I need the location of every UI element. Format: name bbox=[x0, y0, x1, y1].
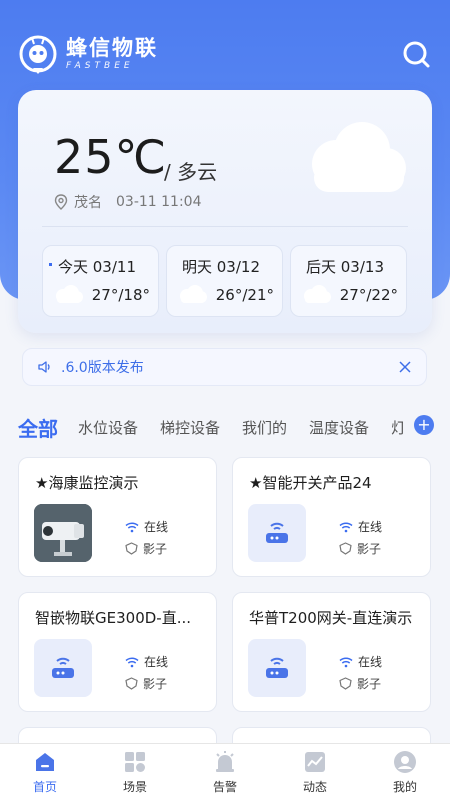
brand: 蜂信物联 FASTBEE bbox=[18, 34, 158, 74]
user-icon bbox=[394, 751, 416, 773]
camera-image-icon bbox=[34, 504, 92, 562]
cloud-icon bbox=[180, 285, 207, 303]
online-label: 在线 bbox=[144, 655, 169, 669]
location-name: 茂名 bbox=[74, 195, 102, 211]
nav-activity[interactable]: 动态 bbox=[270, 744, 360, 800]
wifi-icon bbox=[125, 657, 139, 667]
device-thumb bbox=[248, 504, 306, 562]
forecast-tomorrow: 明天 03/12 26°/21° bbox=[166, 245, 283, 317]
device-card[interactable]: ★海康监控演示 在线 影子 bbox=[18, 457, 217, 577]
alarm-icon bbox=[216, 751, 234, 772]
shadow-status: 影子 bbox=[125, 540, 167, 557]
nav-profile[interactable]: 我的 bbox=[360, 744, 450, 800]
weather-divider bbox=[42, 226, 408, 227]
shield-icon bbox=[125, 677, 138, 690]
weather-card: 25℃ / 多云 茂名 03-11 11:04 今天 03/11 27°/18°… bbox=[18, 90, 432, 333]
tab-temperature[interactable]: 温度设备 bbox=[309, 417, 369, 438]
plus-icon: + bbox=[417, 415, 431, 434]
nav-label: 告警 bbox=[212, 780, 237, 794]
brand-name: 蜂信物联 bbox=[66, 35, 158, 60]
wifi-icon bbox=[339, 522, 353, 532]
tab-light[interactable]: 灯 bbox=[391, 417, 403, 438]
search-button[interactable] bbox=[400, 38, 432, 70]
bottom-nav: 首页 场景 告警 动态 我的 bbox=[0, 743, 450, 800]
add-category-button[interactable]: + bbox=[414, 415, 434, 435]
nav-scene[interactable]: 场景 bbox=[90, 744, 180, 800]
forecast-range: 27°/18° bbox=[91, 286, 150, 304]
nav-label: 场景 bbox=[122, 780, 147, 794]
close-icon[interactable] bbox=[398, 360, 412, 374]
online-label: 在线 bbox=[358, 655, 383, 669]
tab-ours[interactable]: 我们的 bbox=[242, 417, 287, 438]
online-status: 在线 bbox=[125, 653, 168, 670]
online-status: 在线 bbox=[339, 653, 382, 670]
brand-subtitle: FASTBEE bbox=[66, 60, 134, 71]
cloud-icon bbox=[312, 122, 406, 192]
home-icon bbox=[36, 753, 54, 771]
device-card[interactable]: 华普T200网关-直连演示 在线 影子 bbox=[232, 592, 431, 712]
forecast-day: 今天 03/11 bbox=[58, 258, 136, 276]
cloud-icon bbox=[304, 285, 331, 303]
shadow-label: 影子 bbox=[357, 542, 382, 556]
device-thumb bbox=[248, 639, 306, 697]
wifi-icon bbox=[125, 522, 139, 532]
location-pin-icon bbox=[54, 194, 68, 210]
shadow-label: 影子 bbox=[357, 677, 382, 691]
chart-icon bbox=[305, 752, 325, 772]
device-name: 智嵌物联GE300D-直... bbox=[35, 609, 191, 627]
tab-all[interactable]: 全部 bbox=[18, 413, 58, 442]
device-name: ★海康监控演示 bbox=[35, 474, 139, 492]
forecast-range: 26°/21° bbox=[215, 286, 274, 304]
today-marker bbox=[49, 263, 52, 266]
router-icon bbox=[266, 657, 288, 678]
nav-label: 首页 bbox=[32, 780, 57, 794]
online-label: 在线 bbox=[358, 520, 383, 534]
current-temperature: 25℃ bbox=[54, 130, 168, 184]
weather-datetime: 03-11 11:04 bbox=[116, 194, 202, 210]
forecast-today: 今天 03/11 27°/18° bbox=[42, 245, 159, 317]
shadow-status: 影子 bbox=[339, 675, 381, 692]
shield-icon bbox=[339, 542, 352, 555]
forecast-day-after: 后天 03/13 27°/22° bbox=[290, 245, 407, 317]
shadow-label: 影子 bbox=[143, 542, 168, 556]
device-name: 华普T200网关-直连演示 bbox=[249, 609, 413, 627]
wifi-icon bbox=[339, 657, 353, 667]
router-icon bbox=[52, 657, 74, 678]
notice-bar[interactable]: .6.0版本发布 bbox=[22, 348, 427, 386]
speaker-icon bbox=[38, 361, 50, 373]
tab-elevator[interactable]: 梯控设备 bbox=[160, 417, 220, 438]
nav-label: 动态 bbox=[302, 780, 327, 794]
cloud-icon bbox=[56, 285, 83, 303]
grid-icon bbox=[125, 752, 145, 772]
location-row: 茂名 03-11 11:04 bbox=[54, 192, 201, 212]
weather-condition: / 多云 bbox=[164, 160, 218, 184]
shield-icon bbox=[339, 677, 352, 690]
forecast-day: 明天 03/12 bbox=[182, 258, 260, 276]
online-label: 在线 bbox=[144, 520, 169, 534]
search-icon bbox=[403, 41, 430, 68]
router-icon bbox=[266, 522, 288, 543]
top-bar: 蜂信物联 FASTBEE bbox=[18, 30, 432, 78]
device-card[interactable]: 智嵌物联GE300D-直... 在线 影子 bbox=[18, 592, 217, 712]
nav-home[interactable]: 首页 bbox=[0, 744, 90, 800]
category-tabs: 全部 水位设备 梯控设备 我们的 温度设备 灯 bbox=[18, 405, 450, 449]
tab-water-level[interactable]: 水位设备 bbox=[78, 417, 138, 438]
shadow-label: 影子 bbox=[143, 677, 168, 691]
bee-logo-icon bbox=[19, 35, 57, 74]
device-name: ★智能开关产品24 bbox=[249, 474, 372, 492]
online-status: 在线 bbox=[339, 518, 382, 535]
forecast-day: 后天 03/13 bbox=[306, 258, 384, 276]
shadow-status: 影子 bbox=[339, 540, 381, 557]
shield-icon bbox=[125, 542, 138, 555]
online-status: 在线 bbox=[125, 518, 168, 535]
shadow-status: 影子 bbox=[125, 675, 167, 692]
device-photo bbox=[34, 504, 92, 562]
forecast-range: 27°/22° bbox=[339, 286, 398, 304]
device-card[interactable]: ★智能开关产品24 在线 影子 bbox=[232, 457, 431, 577]
notice-text: .6.0版本发布 bbox=[61, 360, 144, 376]
nav-label: 我的 bbox=[392, 780, 417, 794]
device-thumb bbox=[34, 639, 92, 697]
nav-alarm[interactable]: 告警 bbox=[180, 744, 270, 800]
